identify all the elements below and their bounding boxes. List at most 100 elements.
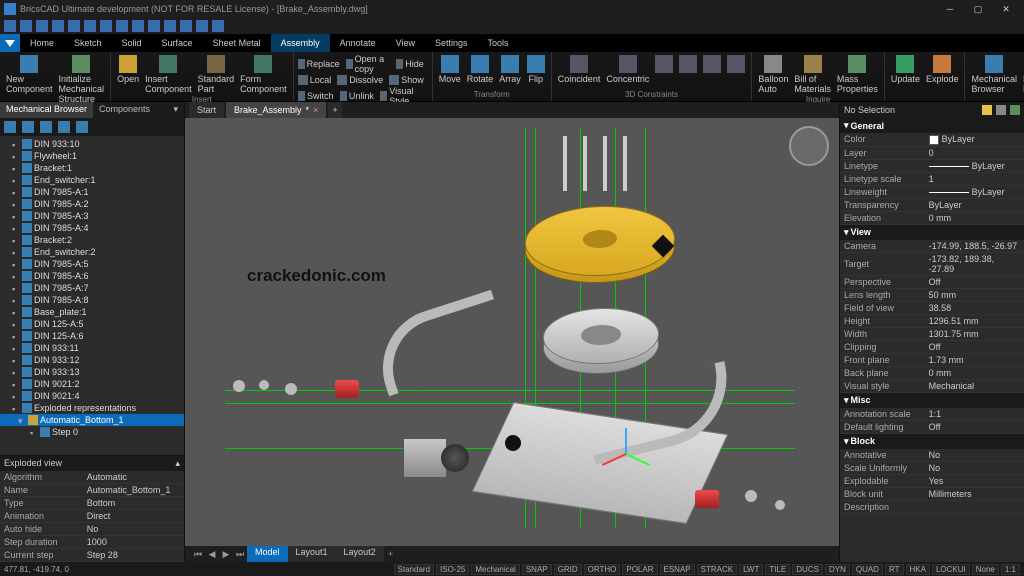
qat-icon[interactable] [132, 20, 144, 32]
properties-list[interactable]: ▾ GeneralColorByLayerLayer0LinetypeByLay… [840, 118, 1024, 562]
collapse-icon[interactable]: ▴ [175, 458, 180, 469]
tree-node[interactable]: ▪DIN 125-A:6 [0, 330, 184, 342]
ribbon-tab-tools[interactable]: Tools [478, 34, 519, 52]
start-menu-button[interactable] [0, 34, 20, 52]
ribbon-tab-assembly[interactable]: Assembly [271, 34, 330, 52]
qat-icon[interactable] [164, 20, 176, 32]
flip-button[interactable]: Flip [525, 54, 547, 85]
props-row[interactable]: Front plane1.73 mm [840, 353, 1024, 366]
props-row[interactable]: Height1296.51 mm [840, 314, 1024, 327]
tab-file[interactable]: Brake_Assembly*× [226, 102, 326, 118]
props-category[interactable]: ▾ General [840, 118, 1024, 133]
status-toggle-grid[interactable]: GRID [554, 564, 582, 575]
props-row[interactable]: Back plane0 mm [840, 366, 1024, 379]
coincident-button[interactable]: Coincident [556, 54, 603, 85]
modify-icon[interactable] [298, 59, 305, 69]
exploded-row[interactable]: Current stepStep 28 [0, 549, 184, 562]
bom-button[interactable]: Bill of Materials [792, 54, 833, 95]
qat-icon[interactable] [148, 20, 160, 32]
modify-icon[interactable] [340, 91, 347, 101]
assembly-tree[interactable]: ▪DIN 933:10▪Flywheel:1▪Bracket:1▪End_swi… [0, 136, 184, 455]
tree-node[interactable]: ▪End_switcher:2 [0, 246, 184, 258]
form-component-button[interactable]: Form Component [238, 54, 289, 95]
qat-icon[interactable] [100, 20, 112, 32]
props-row[interactable]: Annotation scale1:1 [840, 408, 1024, 421]
modify-icon[interactable] [396, 59, 403, 69]
exploded-row[interactable]: Step duration1000 [0, 536, 184, 549]
props-row[interactable]: ColorByLayer [840, 133, 1024, 146]
props-row[interactable]: ExplodableYes [840, 474, 1024, 487]
exploded-row[interactable]: Auto hideNo [0, 523, 184, 536]
qat-new-icon[interactable] [4, 20, 16, 32]
props-row[interactable]: TransparencyByLayer [840, 198, 1024, 211]
exploded-row[interactable]: TypeBottom [0, 497, 184, 510]
layout-tab-layout2[interactable]: Layout2 [336, 546, 384, 562]
open-button[interactable]: Open [115, 54, 141, 95]
exploded-row[interactable]: NameAutomatic_Bottom_1 [0, 484, 184, 497]
props-row[interactable]: Linetype scale1 [840, 172, 1024, 185]
layout-tab-model[interactable]: Model [247, 546, 288, 562]
props-row[interactable]: ClippingOff [840, 340, 1024, 353]
qat-icon[interactable] [180, 20, 192, 32]
modify-label[interactable]: Switch [307, 91, 334, 101]
exploded-row[interactable]: AnimationDirect [0, 510, 184, 523]
status-toggle-snap[interactable]: SNAP [522, 564, 552, 575]
tree-node[interactable]: ▪DIN 7985-A:5 [0, 258, 184, 270]
status-toggle-iso-25[interactable]: ISO-25 [436, 564, 469, 575]
qat-open-icon[interactable] [20, 20, 32, 32]
props-row[interactable]: Elevation0 mm [840, 211, 1024, 224]
props-row[interactable]: PerspectiveOff [840, 275, 1024, 288]
ribbon-tab-sheet-metal[interactable]: Sheet Metal [203, 34, 271, 52]
tree-node[interactable]: ▪DIN 7985-A:8 [0, 294, 184, 306]
status-toggle-lockui[interactable]: LOCKUI [932, 564, 970, 575]
props-tool-icon[interactable] [982, 105, 992, 115]
tree-node[interactable]: ▪DIN 7985-A:7 [0, 282, 184, 294]
qat-redo-icon[interactable] [84, 20, 96, 32]
props-row[interactable]: Width1301.75 mm [840, 327, 1024, 340]
insert-component-button[interactable]: Insert Component [143, 54, 194, 95]
status-toggle-esnap[interactable]: ESNAP [660, 564, 695, 575]
close-tab-icon[interactable]: × [313, 105, 318, 115]
minimize-button[interactable]: ─ [936, 0, 964, 18]
tree-node-selected[interactable]: ▾Automatic_Bottom_1 [0, 414, 184, 426]
constraint-button[interactable] [677, 54, 699, 85]
props-row[interactable]: Block unitMillimeters [840, 487, 1024, 500]
modify-icon[interactable] [380, 91, 387, 101]
layout-nav-prev-icon[interactable]: ◀ [205, 546, 219, 562]
modify-label[interactable]: Hide [405, 59, 424, 69]
layout-add-button[interactable]: + [384, 546, 398, 562]
tree-node[interactable]: ▪DIN 933:13 [0, 366, 184, 378]
layout-nav-next-icon[interactable]: ▶ [219, 546, 233, 562]
tab-components[interactable]: Components [93, 102, 156, 118]
qat-icon[interactable] [116, 20, 128, 32]
concentric-button[interactable]: Concentric [604, 54, 651, 85]
status-toggle-rt[interactable]: RT [885, 564, 904, 575]
tree-tool-icon[interactable] [4, 121, 16, 133]
ribbon-tab-view[interactable]: View [386, 34, 425, 52]
tree-node[interactable]: ▪Flywheel:1 [0, 150, 184, 162]
constraint-button[interactable] [725, 54, 747, 85]
props-row[interactable]: LineweightByLayer [840, 185, 1024, 198]
props-row[interactable]: Visual styleMechanical [840, 379, 1024, 392]
layout-tab-layout1[interactable]: Layout1 [288, 546, 336, 562]
tree-node[interactable]: ▪DIN 7985-A:6 [0, 270, 184, 282]
props-tool-icon[interactable] [1010, 105, 1020, 115]
init-mech-button[interactable]: Initialize Mechanical Structure [57, 54, 107, 105]
ribbon-tab-surface[interactable]: Surface [152, 34, 203, 52]
props-row[interactable]: Target-173.82, 189.38, -27.89 [840, 252, 1024, 275]
panel-menu-icon[interactable]: ▾ [167, 102, 184, 118]
tree-node[interactable]: ▪DIN 125-A:5 [0, 318, 184, 330]
mass-props-button[interactable]: Mass Properties [835, 54, 880, 95]
tree-node[interactable]: ▪DIN 933:11 [0, 342, 184, 354]
qat-icon[interactable] [212, 20, 224, 32]
modify-label[interactable]: Show [401, 75, 424, 85]
maximize-button[interactable]: ▢ [964, 0, 992, 18]
status-toggle-hka[interactable]: HKA [906, 564, 930, 575]
status-toggle-lwt[interactable]: LWT [739, 564, 763, 575]
ribbon-tab-home[interactable]: Home [20, 34, 64, 52]
tab-start[interactable]: Start [189, 102, 224, 118]
props-category[interactable]: ▾ View [840, 225, 1024, 240]
modify-icon[interactable] [346, 59, 353, 69]
modify-icon[interactable] [298, 91, 305, 101]
qat-icon[interactable] [196, 20, 208, 32]
